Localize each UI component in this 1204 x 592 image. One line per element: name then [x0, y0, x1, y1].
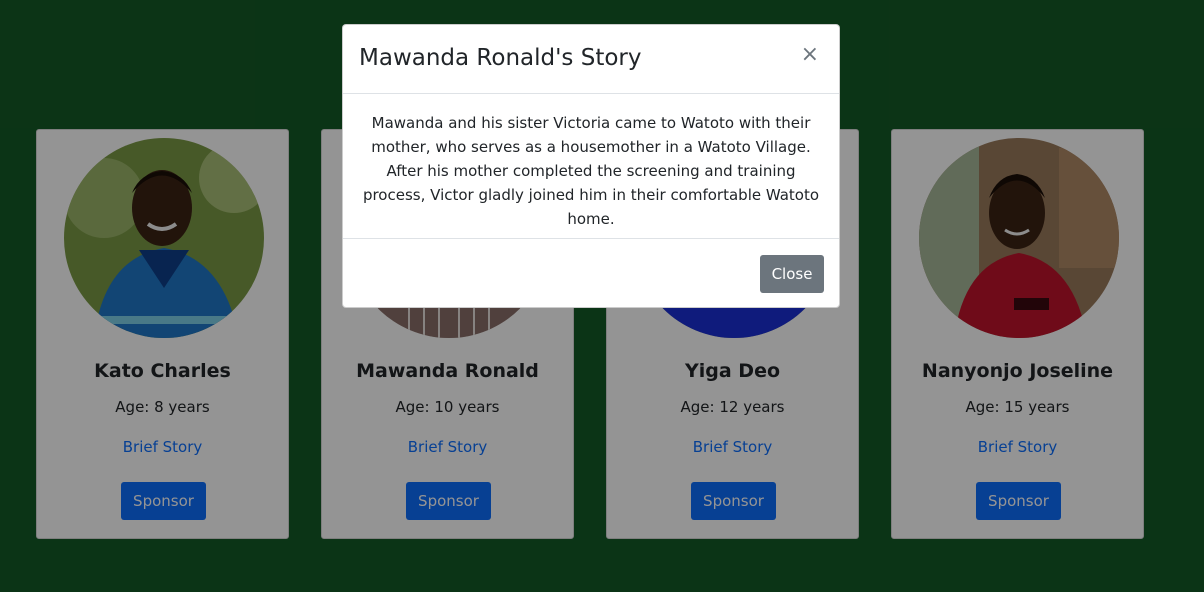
modal-header: Mawanda Ronald's Story × [343, 25, 839, 94]
page: Kato Charles Age: 8 years Brief Story Sp… [0, 0, 1204, 592]
modal-title: Mawanda Ronald's Story [359, 45, 642, 71]
close-button[interactable]: Close [760, 255, 824, 293]
modal-footer: Close [343, 238, 839, 307]
story-modal: Mawanda Ronald's Story × Mawanda and his… [342, 24, 840, 308]
close-icon[interactable]: × [795, 43, 825, 67]
modal-story-text: Mawanda and his sister Victoria came to … [362, 114, 820, 228]
